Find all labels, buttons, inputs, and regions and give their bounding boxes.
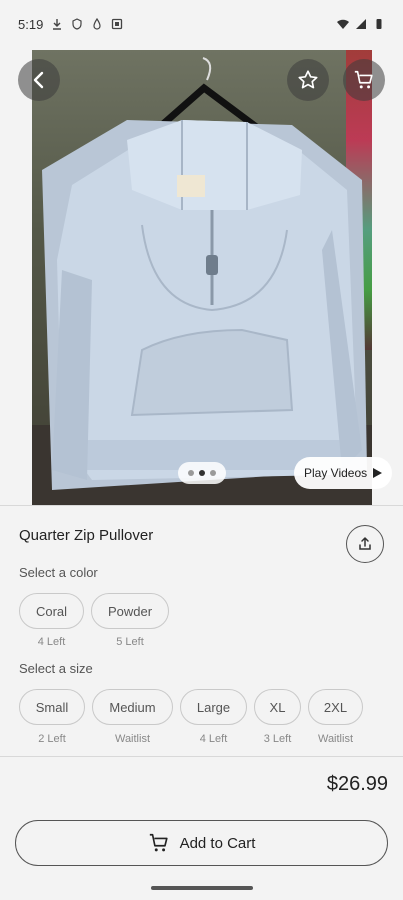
divider [0, 505, 403, 506]
add-to-cart-button[interactable]: Add to Cart [15, 820, 388, 866]
play-icon [373, 468, 383, 478]
cart-icon [149, 833, 168, 852]
back-arrow-icon [33, 71, 44, 89]
wifi-icon [337, 19, 349, 29]
home-indicator[interactable] [151, 886, 253, 890]
battery-icon [376, 19, 382, 29]
color-availability: 5 Left [116, 636, 144, 648]
product-title: Quarter Zip Pullover [19, 527, 154, 544]
play-videos-button[interactable]: Play Videos [294, 457, 393, 489]
share-icon [359, 537, 371, 550]
star-icon [298, 70, 318, 89]
pager-dot[interactable] [210, 470, 216, 476]
share-button[interactable] [346, 525, 384, 563]
size-availability: 2 Left [38, 733, 66, 745]
pager-dot-active[interactable] [199, 470, 205, 476]
size-option-2xl[interactable]: 2XL [308, 689, 363, 725]
app-badge-icon [112, 18, 123, 30]
size-availability: 4 Left [199, 733, 228, 745]
color-option-coral[interactable]: Coral [19, 593, 84, 629]
download-icon [53, 19, 62, 30]
size-section-label: Select a size [19, 661, 93, 676]
size-availability: Waitlist [317, 733, 354, 745]
status-system-icons [337, 18, 385, 30]
drop-icon [93, 18, 101, 30]
cart-button[interactable] [343, 59, 385, 101]
back-button[interactable] [18, 59, 60, 101]
size-option-small[interactable]: Small [19, 689, 85, 725]
size-option-xl[interactable]: XL [254, 689, 301, 725]
signal-icon [356, 19, 366, 29]
color-section-label: Select a color [19, 565, 98, 580]
status-time: 5:19 [18, 16, 44, 32]
divider [0, 756, 403, 757]
size-option-medium[interactable]: Medium [92, 689, 173, 725]
color-availability: 4 Left [37, 636, 66, 648]
shield-icon [72, 18, 82, 30]
favorite-button[interactable] [287, 59, 329, 101]
add-to-cart-label: Add to Cart [179, 834, 256, 852]
play-videos-label: Play Videos [304, 466, 368, 480]
size-option-large[interactable]: Large [180, 689, 247, 725]
status-bar: 5:19 [0, 0, 403, 48]
product-price: $26.99 [326, 773, 388, 795]
pager-dot[interactable] [188, 470, 194, 476]
color-option-powder[interactable]: Powder [91, 593, 169, 629]
pullover-illustration [42, 57, 367, 490]
size-availability: 3 Left [263, 733, 292, 745]
size-availability: Waitlist [114, 733, 151, 745]
status-notification-icons [51, 18, 123, 30]
image-pager[interactable] [178, 462, 226, 484]
cart-icon [354, 70, 373, 89]
product-image[interactable] [32, 50, 372, 505]
